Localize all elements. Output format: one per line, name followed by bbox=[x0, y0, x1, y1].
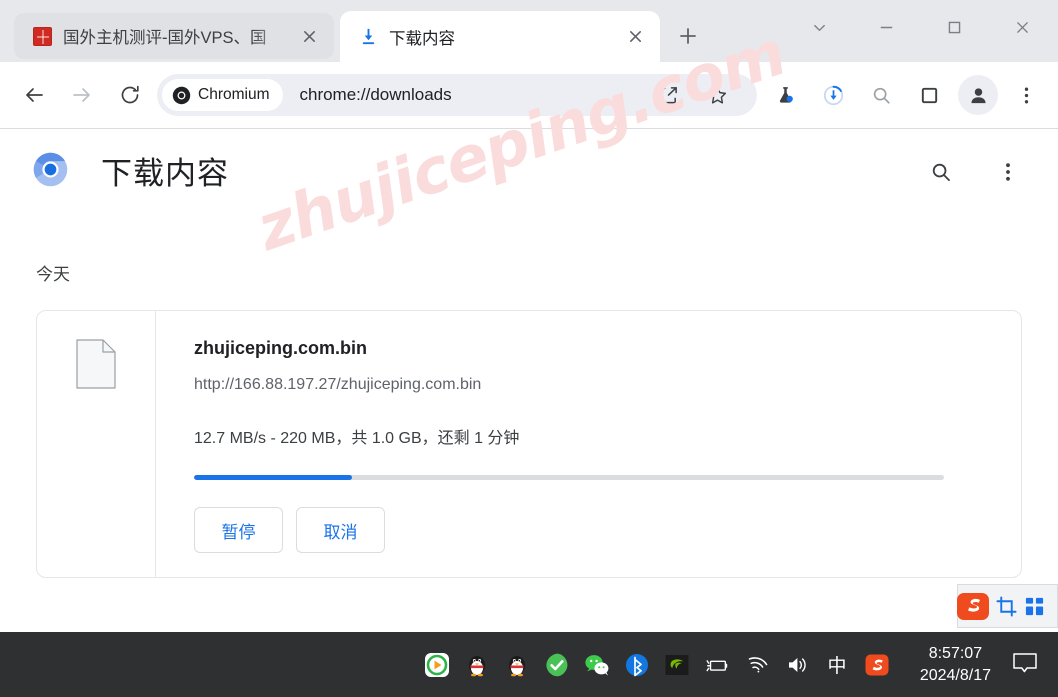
qq-penguin-icon[interactable] bbox=[462, 650, 492, 680]
download-status-text: 12.7 MB/s - 220 MB，共 1.0 GB，还剩 1 分钟 bbox=[194, 430, 520, 447]
minimize-icon[interactable] bbox=[868, 9, 904, 45]
download-filename[interactable]: zhujiceping.com.bin bbox=[194, 338, 1021, 359]
tab-strip: 国外主机测评-国外VPS、国 下载内容 bbox=[0, 0, 1058, 62]
close-icon[interactable] bbox=[294, 21, 324, 51]
flask-icon[interactable] bbox=[765, 75, 805, 115]
back-arrow-icon[interactable] bbox=[14, 75, 54, 115]
generic-file-icon bbox=[76, 339, 116, 389]
side-panel-icon[interactable] bbox=[909, 75, 949, 115]
file-icon-column bbox=[37, 311, 156, 577]
qq-penguin-icon[interactable] bbox=[502, 650, 532, 680]
volume-icon[interactable] bbox=[782, 650, 812, 680]
sogou-screenshot-widget[interactable] bbox=[957, 584, 1058, 628]
download-progress-bar bbox=[194, 475, 944, 480]
svg-text:中: 中 bbox=[827, 655, 846, 677]
download-item-card[interactable]: zhujiceping.com.bin http://166.88.197.27… bbox=[36, 310, 1022, 578]
flask-glyph bbox=[779, 86, 793, 103]
nvidia-icon[interactable] bbox=[662, 650, 692, 680]
media-player-icon[interactable] bbox=[422, 650, 452, 680]
forward-arrow-icon[interactable] bbox=[62, 75, 102, 115]
tab-title: 国外主机测评-国外VPS、国 bbox=[63, 29, 267, 47]
browser-window: 国外主机测评-国外VPS、国 下载内容 Chromium chrome://do… bbox=[0, 0, 1058, 697]
battery-charging-icon[interactable] bbox=[702, 650, 732, 680]
bluetooth-icon[interactable] bbox=[622, 650, 652, 680]
tab-title: 下载内容 bbox=[389, 29, 455, 48]
download-icon bbox=[358, 27, 378, 47]
chromium-logo-icon bbox=[33, 152, 68, 187]
share-icon[interactable] bbox=[648, 75, 688, 115]
profile-avatar-icon[interactable] bbox=[958, 75, 998, 115]
omnibox-url: chrome://downloads bbox=[299, 85, 452, 104]
pause-button[interactable]: 暂停 bbox=[194, 507, 283, 553]
green-check-icon[interactable] bbox=[542, 650, 572, 680]
grid-icon[interactable] bbox=[1020, 587, 1048, 625]
search-icon[interactable] bbox=[861, 75, 901, 115]
taskbar-tray: 中 bbox=[422, 632, 892, 697]
cancel-button[interactable]: 取消 bbox=[296, 507, 385, 553]
new-tab-button[interactable] bbox=[672, 20, 704, 52]
omnibox-chip-label: Chromium bbox=[198, 86, 270, 103]
close-icon[interactable] bbox=[620, 22, 650, 52]
sogou-s-logo-icon[interactable] bbox=[954, 587, 992, 625]
tab-inactive[interactable]: 国外主机测评-国外VPS、国 bbox=[14, 13, 334, 59]
download-item-body: zhujiceping.com.bin http://166.88.197.27… bbox=[156, 311, 1021, 577]
download-actions: 暂停 取消 bbox=[194, 507, 1021, 553]
ime-chinese-icon[interactable]: 中 bbox=[822, 650, 852, 680]
bookmark-star-icon[interactable] bbox=[697, 75, 737, 115]
chromium-logo-icon bbox=[172, 86, 191, 104]
tab-search-button[interactable] bbox=[802, 9, 836, 45]
section-label-today: 今天 bbox=[36, 265, 70, 284]
download-progress-icon[interactable] bbox=[813, 75, 853, 115]
sogou-icon[interactable] bbox=[862, 650, 892, 680]
maximize-icon[interactable] bbox=[936, 9, 972, 45]
page-title: 下载内容 bbox=[101, 156, 229, 191]
notification-bubble-icon[interactable] bbox=[1012, 652, 1038, 676]
more-vertical-icon[interactable] bbox=[1006, 75, 1046, 115]
more-vertical-icon[interactable] bbox=[989, 153, 1027, 191]
cn-site-favicon bbox=[32, 26, 52, 46]
close-icon[interactable] bbox=[1004, 9, 1040, 45]
wechat-icon[interactable] bbox=[582, 650, 612, 680]
clock-date: 2024/8/17 bbox=[919, 666, 991, 684]
reload-icon[interactable] bbox=[110, 75, 150, 115]
windows-taskbar: 中 8:57:07 2024/8/17 bbox=[0, 632, 1058, 697]
crop-icon[interactable] bbox=[992, 587, 1020, 625]
clock-time: 8:57:07 bbox=[928, 645, 983, 663]
download-progress-fill bbox=[194, 475, 352, 480]
wifi-icon[interactable] bbox=[742, 650, 772, 680]
search-icon[interactable] bbox=[922, 153, 960, 191]
omnibox-chip[interactable]: Chromium bbox=[162, 79, 284, 111]
download-source-url: http://166.88.197.27/zhujiceping.com.bin bbox=[194, 376, 482, 393]
tab-active[interactable]: 下载内容 bbox=[340, 11, 660, 62]
taskbar-clock[interactable]: 8:57:07 2024/8/17 bbox=[920, 632, 991, 697]
browser-toolbar: Chromium chrome://downloads bbox=[0, 62, 1058, 129]
